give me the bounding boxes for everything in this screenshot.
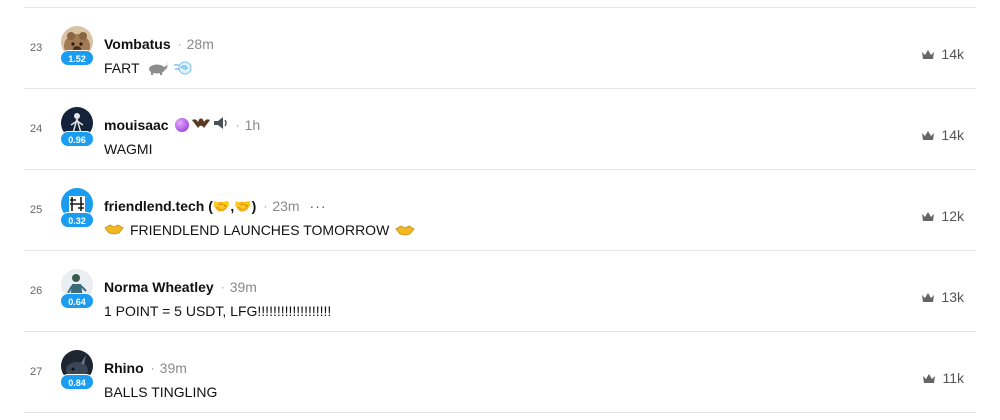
list-item[interactable]: 25 0.32 friendlend.tech (🤝,🤝) · 23m ··· … (0, 170, 1000, 250)
username[interactable]: friendlend.tech (🤝,🤝) (104, 198, 256, 215)
bat-icon (191, 116, 210, 135)
crown-icon (921, 49, 935, 60)
crown-icon (921, 211, 935, 222)
separator-dot: · (220, 280, 225, 294)
speaker-icon (213, 116, 229, 135)
crystal-ball-icon (174, 118, 189, 132)
profile-emojis (174, 116, 229, 135)
handshake-icon (395, 223, 415, 237)
post-text: 1 POINT = 5 USDT, LFG!!!!!!!!!!!!!!!!!!! (104, 303, 332, 319)
post-text: FRIENDLEND LAUNCHES TOMORROW (130, 222, 390, 238)
avatar[interactable]: 0.84 (60, 350, 94, 398)
username[interactable]: Norma Wheatley (104, 279, 214, 295)
list-item[interactable]: 26 0.64 Norma Wheatley · 39m 1 POINT = 5… (0, 251, 1000, 331)
post-text: WAGMI (104, 141, 153, 157)
more-options-icon[interactable]: ··· (310, 198, 327, 214)
username[interactable]: mouisaac (104, 117, 169, 133)
holders-stat: 14k (921, 126, 964, 144)
holders-count: 13k (941, 289, 964, 305)
handshake-icon (104, 222, 124, 239)
timestamp: 39m (229, 279, 257, 295)
leaderboard-feed: 23 1.52 Vombatus · 28m FART 14k 24 0.96 … (0, 0, 1000, 420)
username[interactable]: Rhino (104, 360, 144, 376)
holders-count: 11k (942, 370, 964, 386)
price-badge: 1.52 (60, 50, 94, 66)
separator-dot: · (150, 361, 155, 375)
separator-dot: · (235, 118, 240, 132)
crown-icon (921, 292, 935, 303)
timestamp: 39m (159, 360, 187, 376)
username[interactable]: Vombatus (104, 36, 171, 52)
divider (24, 412, 976, 413)
list-item[interactable]: 27 0.84 Rhino · 39m BALLS TINGLING 11k (0, 332, 1000, 412)
avatar[interactable]: 1.52 (60, 26, 94, 74)
rank-number: 26 (30, 285, 43, 297)
price-badge: 0.32 (60, 212, 94, 228)
holders-count: 14k (941, 127, 964, 143)
avatar[interactable]: 0.64 (60, 269, 94, 317)
timestamp: 28m (186, 36, 214, 52)
dash-icon (173, 60, 192, 76)
holders-count: 14k (941, 46, 964, 62)
price-badge: 0.84 (60, 374, 94, 390)
rank-number: 24 (30, 123, 43, 135)
rank-number: 25 (30, 204, 43, 216)
post-text: BALLS TINGLING (104, 384, 218, 400)
separator-dot: · (263, 199, 268, 213)
list-item[interactable]: 23 1.52 Vombatus · 28m FART 14k (0, 8, 1000, 88)
crown-icon (921, 130, 935, 141)
avatar[interactable]: 0.96 (60, 107, 94, 155)
rank-number: 23 (30, 42, 43, 54)
holders-stat: 11k (922, 369, 964, 387)
separator-dot: · (177, 37, 182, 51)
holders-stat: 12k (921, 207, 964, 225)
price-badge: 0.96 (60, 131, 94, 147)
price-badge: 0.64 (60, 293, 94, 309)
avatar[interactable]: 0.32 (60, 188, 94, 236)
timestamp: 23m (272, 198, 300, 214)
rhino-icon (146, 61, 168, 75)
holders-stat: 14k (921, 45, 964, 63)
list-item[interactable]: 24 0.96 mouisaac · 1h WAGMI 14k (0, 89, 1000, 169)
holders-stat: 13k (921, 288, 964, 306)
rank-number: 27 (30, 366, 43, 378)
crown-icon (922, 373, 936, 384)
holders-count: 12k (941, 208, 964, 224)
timestamp: 1h (244, 117, 261, 133)
post-text: FART (104, 60, 140, 76)
